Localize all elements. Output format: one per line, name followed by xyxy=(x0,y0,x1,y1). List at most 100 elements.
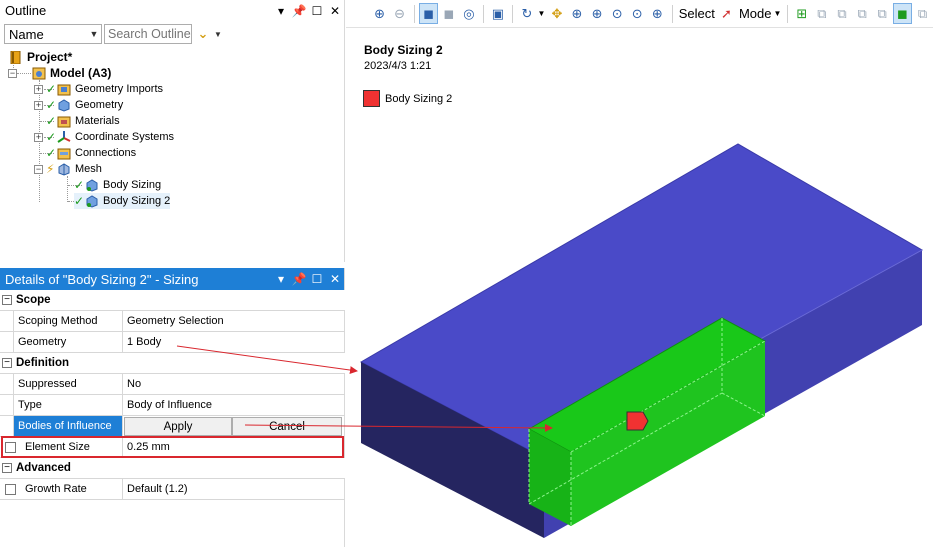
row-bodies-of-influence[interactable]: Bodies of Influence Apply Cancel xyxy=(0,416,345,437)
geometry-icon xyxy=(58,98,70,112)
tree-label: Materials xyxy=(75,115,120,127)
select-body-active-icon[interactable]: ◼ xyxy=(892,3,912,24)
property-key-cell: Growth Rate xyxy=(0,479,123,499)
maximize-icon[interactable]: ☐ xyxy=(308,0,326,22)
apply-button[interactable]: Apply xyxy=(124,417,232,436)
geometry-imports-icon xyxy=(57,84,71,95)
name-filter-select[interactable]: Name ▼ xyxy=(4,24,102,44)
collapse-icon[interactable]: − xyxy=(2,358,12,368)
box-zoom-icon[interactable]: ▣ xyxy=(488,3,507,24)
check-icon: ✓ xyxy=(46,114,57,128)
mode-label[interactable]: Mode xyxy=(739,6,772,21)
maximize-icon[interactable]: ☐ xyxy=(308,272,326,286)
select-node-icon[interactable]: ⧉ xyxy=(873,3,892,24)
tree-label: Connections xyxy=(75,147,137,159)
tree-item-connections[interactable]: ✓ Connections xyxy=(46,145,136,161)
zoom-to-fit-icon[interactable]: ⊙ xyxy=(628,3,647,24)
close-icon[interactable]: ✕ xyxy=(326,272,344,286)
expand-icon[interactable]: + xyxy=(34,100,43,110)
section-definition[interactable]: − Definition xyxy=(0,353,345,374)
select-edge-icon[interactable]: ⧉ xyxy=(812,3,831,24)
materials-icon xyxy=(57,116,71,127)
zoom-icon[interactable]: ⊕ xyxy=(567,3,586,24)
solid-view-icon[interactable]: ◼ xyxy=(439,3,458,24)
chevron-down-icon[interactable]: ▼ xyxy=(214,30,224,39)
row-geometry[interactable]: Geometry 1 Body xyxy=(0,332,345,353)
select-label[interactable]: Select xyxy=(679,6,715,21)
zoom-in-icon[interactable]: ⊕ xyxy=(370,3,389,24)
row-type[interactable]: Type Body of Influence xyxy=(0,395,345,416)
chevron-down-icon[interactable]: ▼ xyxy=(774,9,782,18)
section-label: Scope xyxy=(16,294,51,306)
outline-title: Outline xyxy=(5,3,47,18)
tree-item-coordinate-systems[interactable]: + ✓ Coordinate Systems xyxy=(34,129,174,145)
cancel-button[interactable]: Cancel xyxy=(232,417,342,436)
property-value[interactable]: 1 Body xyxy=(123,332,345,352)
body-sizing-icon xyxy=(86,194,98,208)
rotate-icon[interactable]: ↻ xyxy=(517,3,536,24)
property-key: Type xyxy=(14,395,123,415)
mesh-icon xyxy=(58,162,70,176)
element-size-highlight-box xyxy=(1,436,344,458)
expand-icon[interactable]: + xyxy=(34,132,43,142)
tree-label: Mesh xyxy=(75,163,102,175)
row-growth-rate[interactable]: Growth Rate Default (1.2) xyxy=(0,479,345,500)
expand-icon[interactable]: + xyxy=(34,84,43,94)
zoom-box-icon[interactable]: ⊕ xyxy=(588,3,607,24)
tree-item-geometry-imports[interactable]: + ✓ Geometry Imports xyxy=(34,81,163,97)
pin-icon[interactable]: 📌 xyxy=(290,272,308,286)
coordinate-systems-icon xyxy=(57,130,71,143)
search-outline-input[interactable] xyxy=(104,24,192,44)
chevron-down-icon[interactable]: ▼ xyxy=(537,9,545,18)
details-panel: Details of "Body Sizing 2" - Sizing ▾ 📌 … xyxy=(0,268,345,547)
graphics-viewport[interactable]: Body Sizing 2 2023/4/3 1:21 Body Sizing … xyxy=(346,28,933,547)
collapse-icon[interactable]: − xyxy=(34,164,43,174)
property-value[interactable]: Body of Influence xyxy=(123,395,345,415)
property-key: Bodies of Influence xyxy=(14,416,123,436)
tree-item-materials[interactable]: ✓ Materials xyxy=(46,113,120,129)
zoom-fit-icon[interactable]: ⊙ xyxy=(608,3,627,24)
dropdown-icon[interactable]: ▾ xyxy=(272,0,290,22)
pin-icon[interactable]: 📌 xyxy=(290,0,308,22)
property-key: Suppressed xyxy=(14,374,123,394)
tree-label: Geometry Imports xyxy=(75,83,164,95)
tree-item-geometry[interactable]: + ✓ Geometry xyxy=(34,97,123,113)
tree-item-model[interactable]: − Model (A3) xyxy=(8,65,111,81)
section-scope[interactable]: − Scope xyxy=(0,290,345,311)
collapse-icon[interactable]: − xyxy=(2,295,12,305)
tree-item-body-sizing-2[interactable]: ✓ Body Sizing 2 xyxy=(74,193,171,209)
check-icon: ✓ xyxy=(46,146,57,160)
property-value[interactable]: Geometry Selection xyxy=(123,311,345,331)
tree-item-mesh[interactable]: − ⚡ Mesh xyxy=(34,161,102,177)
tree-item-project[interactable]: Project* xyxy=(9,49,72,65)
tree-item-body-sizing[interactable]: ✓ Body Sizing xyxy=(74,177,161,193)
section-advanced[interactable]: − Advanced xyxy=(0,458,345,479)
collapse-icon[interactable]: − xyxy=(2,463,12,473)
iso-view-icon[interactable]: ◼ xyxy=(419,3,439,24)
select-element-icon[interactable]: ⧉ xyxy=(913,3,932,24)
dropdown-icon[interactable]: ▾ xyxy=(272,272,290,286)
chevron-down-icon: ▼ xyxy=(89,29,99,39)
legend-swatch xyxy=(363,90,380,107)
close-icon[interactable]: ✕ xyxy=(326,0,344,22)
check-icon: ✓ xyxy=(46,82,57,96)
row-suppressed[interactable]: Suppressed No xyxy=(0,374,345,395)
select-vertex-icon[interactable]: ⊞ xyxy=(792,3,811,24)
property-key: Growth Rate xyxy=(25,483,87,495)
pan-icon[interactable]: ✥ xyxy=(547,3,566,24)
filter-chevron-icon[interactable]: ⌄ xyxy=(194,24,212,44)
zoom-out-icon[interactable]: ⊖ xyxy=(390,3,409,24)
property-value[interactable]: Default (1.2) xyxy=(123,479,345,499)
parameter-checkbox[interactable] xyxy=(5,483,16,495)
look-at-icon[interactable]: ◎ xyxy=(459,3,478,24)
row-scoping-method[interactable]: Scoping Method Geometry Selection xyxy=(0,311,345,332)
property-value[interactable]: No xyxy=(123,374,345,394)
connections-icon xyxy=(57,148,71,159)
cursor-arrow-icon[interactable]: ➚ xyxy=(717,3,736,24)
select-face-icon[interactable]: ⧉ xyxy=(832,3,851,24)
magnifier-icon[interactable]: ⊕ xyxy=(648,3,667,24)
section-label: Definition xyxy=(16,357,70,369)
collapse-icon[interactable]: − xyxy=(8,68,17,78)
select-body-icon[interactable]: ⧉ xyxy=(853,3,872,24)
tree-label: Coordinate Systems xyxy=(75,131,175,143)
